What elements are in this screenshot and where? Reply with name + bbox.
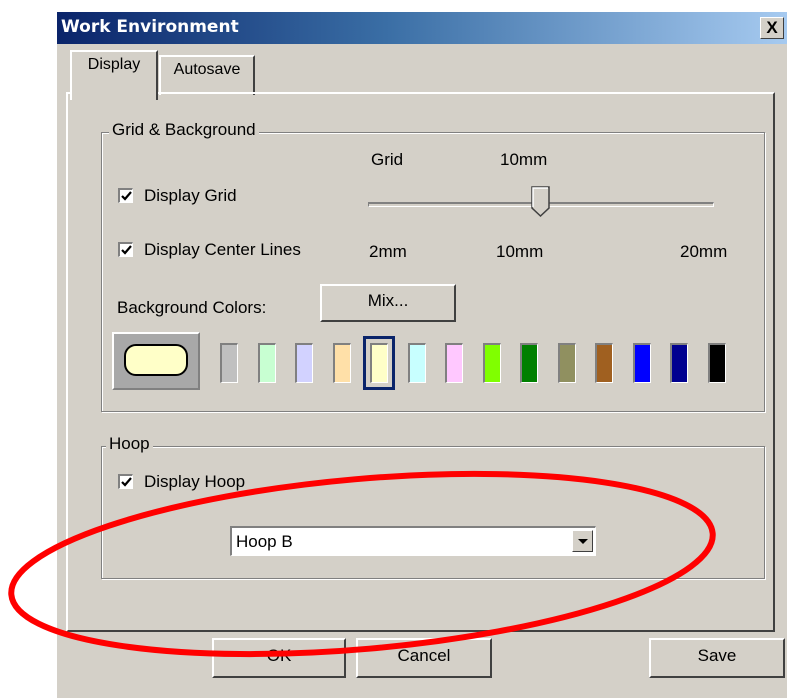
display-grid-check[interactable] bbox=[118, 188, 133, 203]
display-center-lines-label: Display Center Lines bbox=[144, 240, 301, 259]
display-hoop-checkbox[interactable]: Display Hoop bbox=[118, 472, 318, 494]
color-swatch[interactable] bbox=[632, 343, 651, 383]
grid-min-label: 2mm bbox=[369, 242, 407, 261]
grid-background-legend: Grid & Background bbox=[109, 120, 259, 140]
window-title: Work Environment bbox=[61, 17, 239, 37]
mix-button[interactable]: Mix... bbox=[320, 284, 456, 322]
background-colors-label: Background Colors: bbox=[117, 298, 267, 317]
color-swatch[interactable] bbox=[595, 343, 613, 383]
color-swatch[interactable] bbox=[370, 343, 388, 383]
work-environment-dialog: Work Environment X Display Autosave Grid… bbox=[57, 12, 787, 698]
display-tab-panel: Grid & Background Display Grid Display C… bbox=[66, 92, 775, 632]
color-swatch[interactable] bbox=[482, 343, 501, 383]
color-swatch[interactable] bbox=[520, 343, 538, 383]
checkmark-icon bbox=[121, 245, 132, 255]
color-swatch[interactable] bbox=[707, 343, 726, 383]
hoop-legend: Hoop bbox=[106, 434, 153, 454]
tab-display[interactable]: Display bbox=[70, 50, 158, 100]
background-color-preview bbox=[112, 332, 200, 390]
hoop-dropdown-button[interactable] bbox=[572, 530, 593, 552]
color-swatch[interactable] bbox=[407, 343, 426, 383]
close-button[interactable]: X bbox=[760, 17, 784, 39]
color-swatch[interactable] bbox=[220, 343, 238, 383]
color-swatch[interactable] bbox=[295, 343, 313, 383]
save-button[interactable]: Save bbox=[649, 638, 785, 678]
display-center-lines-checkbox[interactable]: Display Center Lines bbox=[118, 240, 358, 262]
hoop-select-value: Hoop B bbox=[236, 532, 293, 551]
tab-display-label: Display bbox=[87, 56, 141, 73]
chevron-down-icon bbox=[578, 539, 588, 544]
grid-slider-caption: Grid bbox=[371, 150, 404, 169]
display-grid-label: Display Grid bbox=[144, 186, 237, 205]
grid-mid-label: 10mm bbox=[496, 242, 544, 261]
color-swatch[interactable] bbox=[332, 343, 351, 383]
grid-slider[interactable] bbox=[368, 186, 714, 226]
color-swatch[interactable] bbox=[670, 343, 688, 383]
tab-autosave-label: Autosave bbox=[173, 61, 241, 78]
hoop-select[interactable]: Hoop B bbox=[230, 526, 596, 556]
display-hoop-check[interactable] bbox=[118, 474, 133, 489]
color-swatch[interactable] bbox=[257, 343, 276, 383]
cancel-button[interactable]: Cancel bbox=[356, 638, 492, 678]
color-swatch[interactable] bbox=[445, 343, 463, 383]
grid-background-group bbox=[101, 132, 765, 412]
color-swatch[interactable] bbox=[557, 343, 576, 383]
title-bar[interactable]: Work Environment X bbox=[57, 12, 787, 44]
grid-max-label: 20mm bbox=[680, 242, 728, 261]
display-hoop-label: Display Hoop bbox=[144, 472, 246, 491]
grid-current-value: 10mm bbox=[500, 150, 548, 169]
tab-autosave[interactable]: Autosave bbox=[159, 55, 255, 95]
checkmark-icon bbox=[121, 191, 132, 201]
display-center-lines-check[interactable] bbox=[118, 242, 133, 257]
grid-slider-thumb[interactable] bbox=[531, 186, 551, 218]
display-grid-checkbox[interactable]: Display Grid bbox=[118, 186, 318, 208]
ok-button[interactable]: OK bbox=[212, 638, 346, 678]
hoop-group bbox=[101, 446, 765, 579]
checkmark-icon bbox=[121, 477, 132, 487]
preview-swatch bbox=[124, 344, 188, 376]
